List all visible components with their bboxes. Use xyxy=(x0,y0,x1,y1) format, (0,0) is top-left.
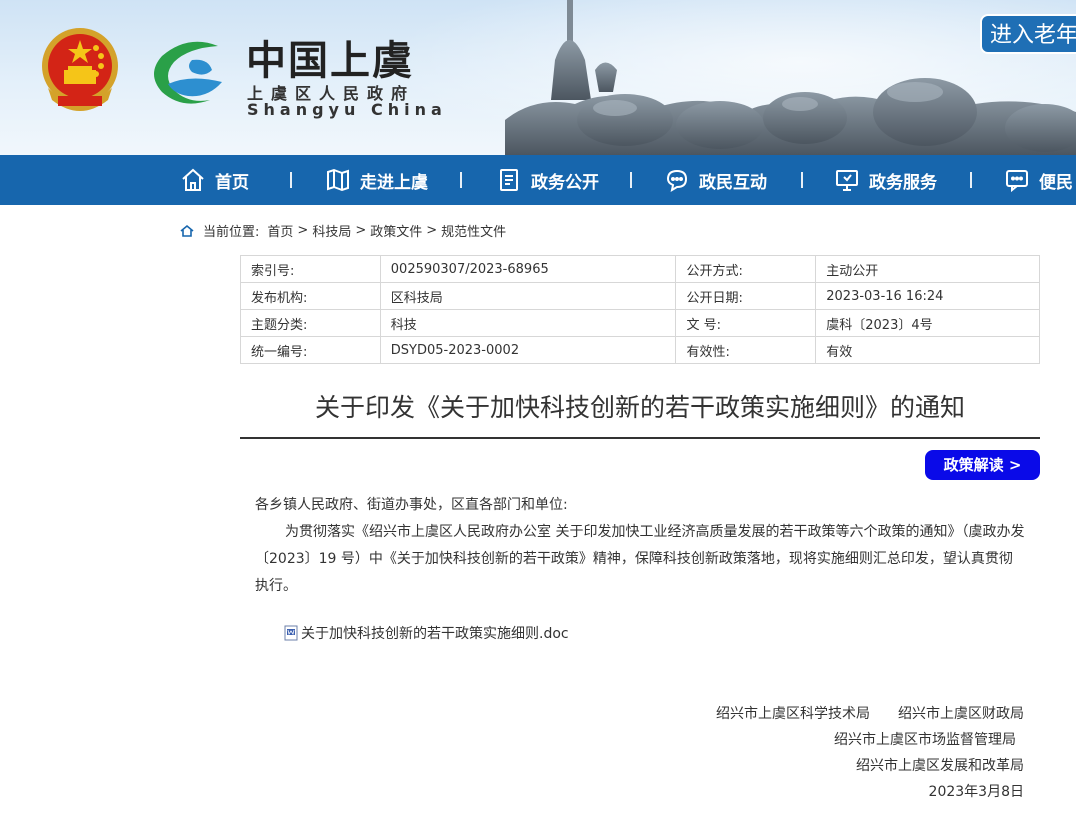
document-meta-table: 索引号: 002590307/2023-68965 公开方式: 主动公开 发布机… xyxy=(240,255,1040,364)
meta-value: 虞科〔2023〕4号 xyxy=(815,309,1040,337)
shangyu-logo-icon xyxy=(154,41,222,104)
signature-line: 绍兴市上虞区市场监督管理局 xyxy=(834,732,1016,748)
nav-item-label: 政务服务 xyxy=(869,172,937,193)
signature-line: 绍兴市上虞区科学技术局 绍兴市上虞区财政局 xyxy=(716,706,1024,722)
signature-date: 2023年3月8日 xyxy=(928,784,1024,800)
nav-item-about[interactable]: 走进上虞 xyxy=(325,155,428,205)
meta-label: 文 号: xyxy=(675,309,817,337)
document-icon xyxy=(500,169,518,191)
meta-label: 公开日期: xyxy=(675,282,817,310)
table-row: 发布机构: 区科技局 公开日期: 2023-03-16 16:24 xyxy=(240,282,1040,310)
breadcrumb-separator: > xyxy=(426,223,438,238)
nav-item-label: 便民 xyxy=(1039,172,1073,193)
nav-divider xyxy=(801,172,803,188)
main-nav: 首页 走进上虞 政务公开 政民互动 政务服务 便民 xyxy=(0,155,1076,205)
nav-item-gov-affairs[interactable]: 政务公开 xyxy=(496,155,599,205)
breadcrumb-prefix: 当前位置: xyxy=(203,225,260,240)
nav-item-convenience[interactable]: 便民 xyxy=(1004,155,1073,205)
home-icon xyxy=(182,168,204,191)
meta-value: 区科技局 xyxy=(379,282,677,310)
breadcrumb-separator: > xyxy=(355,223,367,238)
nav-divider xyxy=(290,172,292,188)
breadcrumb-link-normative[interactable]: 规范性文件 xyxy=(441,221,506,240)
header-banner: 中国上虞 上虞区人民政府 Shangyu China 进入老年 xyxy=(0,0,1076,155)
nav-divider xyxy=(970,172,972,188)
home-icon xyxy=(180,224,194,237)
meta-value: 002590307/2023-68965 xyxy=(379,255,677,283)
meta-label: 统一编号: xyxy=(240,336,381,364)
table-row: 统一编号: DSYD05-2023-0002 有效性: 有效 xyxy=(240,336,1040,364)
nav-item-label: 政民互动 xyxy=(699,172,767,193)
nav-divider xyxy=(460,172,462,188)
nav-item-label: 首页 xyxy=(215,172,249,193)
meta-label: 发布机构: xyxy=(240,282,381,310)
nav-divider xyxy=(630,172,632,188)
meta-value: 有效 xyxy=(815,336,1040,364)
nav-item-label: 走进上虞 xyxy=(360,172,428,193)
meta-value: 2023-03-16 16:24 xyxy=(815,282,1040,310)
title-divider xyxy=(240,437,1040,439)
meta-value: 主动公开 xyxy=(815,255,1040,283)
policy-interpretation-button[interactable]: 政策解读 > xyxy=(925,450,1040,480)
message-icon xyxy=(1006,170,1028,193)
brand-title: 中国上虞 xyxy=(246,37,414,84)
national-emblem-icon xyxy=(42,28,118,111)
meta-value: 科技 xyxy=(379,309,677,337)
elder-mode-button[interactable]: 进入老年 xyxy=(980,14,1076,54)
signature-line: 绍兴市上虞区发展和改革局 xyxy=(856,758,1024,774)
nav-item-label: 政务公开 xyxy=(531,172,599,193)
table-row: 主题分类: 科技 文 号: 虞科〔2023〕4号 xyxy=(240,309,1040,337)
page-title: 关于印发《关于加快科技创新的若干政策实施细则》的通知 xyxy=(314,393,965,422)
breadcrumb-link-home[interactable]: 首页 xyxy=(267,221,293,240)
map-icon xyxy=(327,168,349,192)
monitor-icon xyxy=(836,170,858,191)
breadcrumb-link-policy[interactable]: 政策文件 xyxy=(370,221,422,240)
attachment-link[interactable]: 关于加快科技创新的若干政策实施细则.doc xyxy=(284,623,569,643)
nav-item-services[interactable]: 政务服务 xyxy=(834,155,937,205)
meta-label: 索引号: xyxy=(240,255,381,283)
article-body: 各乡镇人民政府、街道办事处，区直各部门和单位: 为贯彻落实《绍兴市上虞区人民政府… xyxy=(255,492,1025,600)
meta-label: 有效性: xyxy=(675,336,817,364)
nav-item-home[interactable]: 首页 xyxy=(180,155,249,205)
meta-value: DSYD05-2023-0002 xyxy=(379,336,677,364)
article-paragraph: 为贯彻落实《绍兴市上虞区人民政府办公室 关于印发加快工业经济高质量发展的若干政策… xyxy=(255,524,1025,594)
breadcrumb-link-dept[interactable]: 科技局 xyxy=(312,221,351,240)
table-row: 索引号: 002590307/2023-68965 公开方式: 主动公开 xyxy=(240,255,1040,283)
brand-english: Shangyu China xyxy=(247,100,447,119)
word-document-icon xyxy=(284,625,298,641)
breadcrumb: 当前位置: 首页 > 科技局 > 政策文件 > 规范性文件 xyxy=(180,221,506,240)
attachment-filename: 关于加快科技创新的若干政策实施细则.doc xyxy=(301,626,569,642)
article-greeting: 各乡镇人民政府、街道办事处，区直各部门和单位: xyxy=(255,497,568,513)
meta-label: 主题分类: xyxy=(240,309,381,337)
breadcrumb-separator: > xyxy=(297,223,309,238)
meta-label: 公开方式: xyxy=(675,255,817,283)
chat-icon xyxy=(666,169,688,193)
nav-item-interaction[interactable]: 政民互动 xyxy=(664,155,767,205)
